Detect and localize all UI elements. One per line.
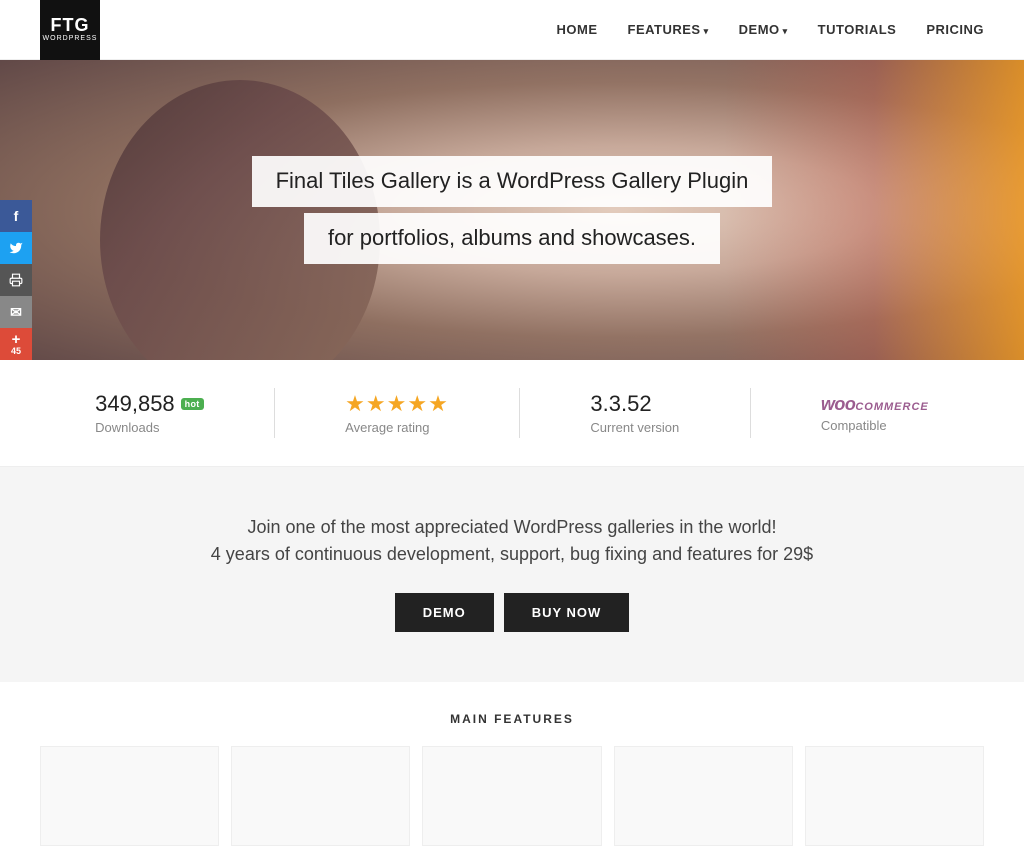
hero-line1: Final Tiles Gallery is a WordPress Galle… (252, 156, 773, 207)
logo-ftg: FTG (51, 16, 90, 34)
nav-demo[interactable]: DEMO▾ (739, 22, 788, 37)
woo-text: wooCOMMERCE (821, 394, 929, 414)
version-stat: 3.3.52 Current version (590, 391, 679, 435)
version-value: 3.3.52 (590, 391, 679, 417)
feature-card-5 (805, 746, 984, 846)
nav-pricing[interactable]: PRICING (926, 22, 984, 37)
buy-now-button[interactable]: BUY NOW (504, 593, 630, 632)
woocommerce-logo: wooCOMMERCE (821, 394, 929, 415)
features-section: MAIN FEATURES (0, 682, 1024, 866)
feature-card-4 (614, 746, 793, 846)
main-nav: FTG WORDPRESS HOME FEATURES▾ DEMO▾ TUTOR… (0, 0, 1024, 60)
twitter-button[interactable] (0, 232, 32, 264)
feature-card-2 (231, 746, 410, 846)
stats-section: 349,858 hot Downloads ★★★★★ Average rati… (0, 360, 1024, 467)
facebook-button[interactable]: f (0, 200, 32, 232)
cta-text2: 4 years of continuous development, suppo… (40, 544, 984, 565)
hero-text-box: Final Tiles Gallery is a WordPress Galle… (252, 156, 773, 264)
compatible-label: Compatible (821, 418, 929, 433)
features-cards (40, 746, 984, 846)
stat-divider-2 (519, 388, 520, 438)
downloads-stat: 349,858 hot Downloads (95, 391, 203, 435)
email-button[interactable]: ✉ (0, 296, 32, 328)
nav-links: HOME FEATURES▾ DEMO▾ TUTORIALS PRICING (557, 22, 985, 37)
logo-wordpress: WORDPRESS (43, 34, 98, 44)
rating-stat: ★★★★★ Average rating (345, 391, 449, 435)
cta-buttons: DEMO BUY NOW (40, 593, 984, 632)
rating-stars: ★★★★★ (345, 391, 449, 417)
cta-text1: Join one of the most appreciated WordPre… (40, 517, 984, 538)
stat-divider-1 (274, 388, 275, 438)
stat-divider-3 (750, 388, 751, 438)
nav-home[interactable]: HOME (557, 22, 598, 37)
compatible-stat: wooCOMMERCE Compatible (821, 394, 929, 433)
site-logo[interactable]: FTG WORDPRESS (40, 0, 100, 60)
rating-label: Average rating (345, 420, 449, 435)
features-title: MAIN FEATURES (40, 712, 984, 726)
feature-card-1 (40, 746, 219, 846)
hot-badge: hot (181, 398, 204, 410)
version-label: Current version (590, 420, 679, 435)
nav-features[interactable]: FEATURES▾ (628, 22, 709, 37)
print-button[interactable] (0, 264, 32, 296)
feature-card-3 (422, 746, 601, 846)
demo-button[interactable]: DEMO (395, 593, 494, 632)
hero-line2: for portfolios, albums and showcases. (304, 213, 720, 264)
downloads-value: 349,858 hot (95, 391, 203, 417)
social-sidebar: f ✉ + 45 (0, 200, 32, 360)
nav-tutorials[interactable]: TUTORIALS (818, 22, 897, 37)
cta-section: Join one of the most appreciated WordPre… (0, 467, 1024, 682)
plus-button[interactable]: + 45 (0, 328, 32, 360)
hero-section: Final Tiles Gallery is a WordPress Galle… (0, 60, 1024, 360)
downloads-label: Downloads (95, 420, 203, 435)
